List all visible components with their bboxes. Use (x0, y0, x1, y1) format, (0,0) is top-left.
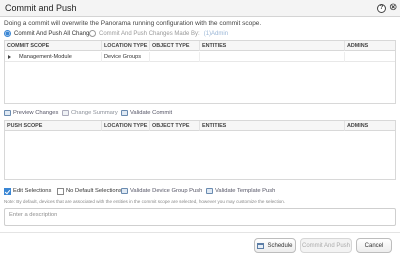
commit-by-label: Commit And Push Changes Made By: (99, 30, 200, 37)
dialog-title: Commit and Push (5, 3, 77, 13)
overwrite-warning: Doing a commit will overwrite the Panora… (4, 20, 262, 27)
push-table-header: PUSH SCOPE LOCATION TYPE OBJECT TYPE ENT… (5, 121, 395, 131)
commit-scope-options: Commit And Push All Changes Commit And P… (4, 30, 384, 39)
edit-selections-toggle[interactable]: Edit Selections (4, 186, 51, 196)
validate-icon (121, 110, 128, 116)
object-type-cell (150, 52, 200, 62)
push-scope-table: PUSH SCOPE LOCATION TYPE OBJECT TYPE ENT… (4, 120, 396, 180)
preview-changes-button[interactable]: Preview Changes (4, 108, 58, 118)
commit-all-option[interactable]: Commit And Push All Changes (4, 30, 96, 37)
column-header[interactable]: ENTITIES (200, 121, 345, 131)
validate-device-group-push-label: Validate Device Group Push (130, 188, 203, 194)
column-header[interactable]: COMMIT SCOPE (5, 41, 102, 51)
admin-selector[interactable]: (1)Admin (204, 31, 228, 37)
column-header[interactable]: ADMINS (345, 121, 395, 131)
column-header[interactable]: LOCATION TYPE (102, 121, 150, 131)
no-default-selections-label: No Default Selections (66, 188, 122, 194)
change-summary-label: Change Summary (71, 110, 118, 116)
commit-scope-table: COMMIT SCOPE LOCATION TYPE OBJECT TYPE E… (4, 40, 396, 104)
column-header[interactable]: ENTITIES (200, 41, 345, 51)
commit-scope-cell: Management-Module (17, 52, 102, 62)
push-actions-toolbar: Edit Selections No Default Selections Va… (4, 186, 396, 196)
preview-changes-label: Preview Changes (13, 110, 59, 116)
schedule-label: Schedule (267, 242, 293, 249)
summary-icon (62, 110, 69, 116)
column-header[interactable]: OBJECT TYPE (150, 41, 200, 51)
expand-icon[interactable] (8, 55, 11, 59)
cancel-button[interactable]: Cancel (356, 238, 392, 253)
edit-selections-label: Edit Selections (13, 188, 52, 194)
admins-cell (345, 52, 395, 62)
no-default-selections-checkbox[interactable] (57, 187, 64, 195)
commit-and-push-button[interactable]: Commit And Push (300, 238, 352, 253)
validate-template-push-label: Validate Template Push (215, 188, 276, 194)
validate-template-push-button[interactable]: Validate Template Push (206, 186, 275, 196)
commit-by-option[interactable]: Commit And Push Changes Made By: (1)Admi… (89, 30, 228, 37)
commit-table-header: COMMIT SCOPE LOCATION TYPE OBJECT TYPE E… (5, 41, 395, 51)
commit-all-radio[interactable] (4, 30, 11, 37)
preview-icon (4, 110, 11, 116)
change-summary-button[interactable]: Change Summary (62, 108, 118, 118)
validate-commit-button[interactable]: Validate Commit (121, 108, 172, 118)
table-row[interactable]: Management-Module Device Groups (5, 52, 395, 62)
schedule-button[interactable]: Schedule (254, 238, 296, 253)
column-header[interactable]: OBJECT TYPE (150, 121, 200, 131)
dialog-title-bar: Commit and Push ? ⊗ (0, 0, 400, 17)
close-icon[interactable]: ⊗ (389, 2, 397, 14)
validate-icon (206, 188, 213, 194)
calendar-icon (257, 242, 265, 249)
location-type-cell: Device Groups (102, 52, 150, 62)
commit-by-radio[interactable] (89, 30, 96, 37)
commit-all-label: Commit And Push All Changes (14, 30, 96, 37)
validate-commit-label: Validate Commit (130, 110, 173, 116)
entities-cell (200, 52, 345, 62)
edit-selections-checkbox[interactable] (4, 187, 11, 195)
footer-divider (0, 232, 400, 233)
help-icon[interactable]: ? (377, 4, 386, 13)
no-default-selections-toggle[interactable]: No Default Selections (57, 186, 122, 196)
column-header[interactable]: ADMINS (345, 41, 395, 51)
validate-device-group-push-button[interactable]: Validate Device Group Push (121, 186, 202, 196)
selection-note: Note: By default, devices that are assoc… (4, 199, 286, 204)
description-field[interactable] (4, 208, 396, 226)
column-header[interactable]: LOCATION TYPE (102, 41, 150, 51)
column-header[interactable]: PUSH SCOPE (5, 121, 102, 131)
commit-actions-toolbar: Preview Changes Change Summary Validate … (4, 108, 396, 118)
validate-icon (121, 188, 128, 194)
